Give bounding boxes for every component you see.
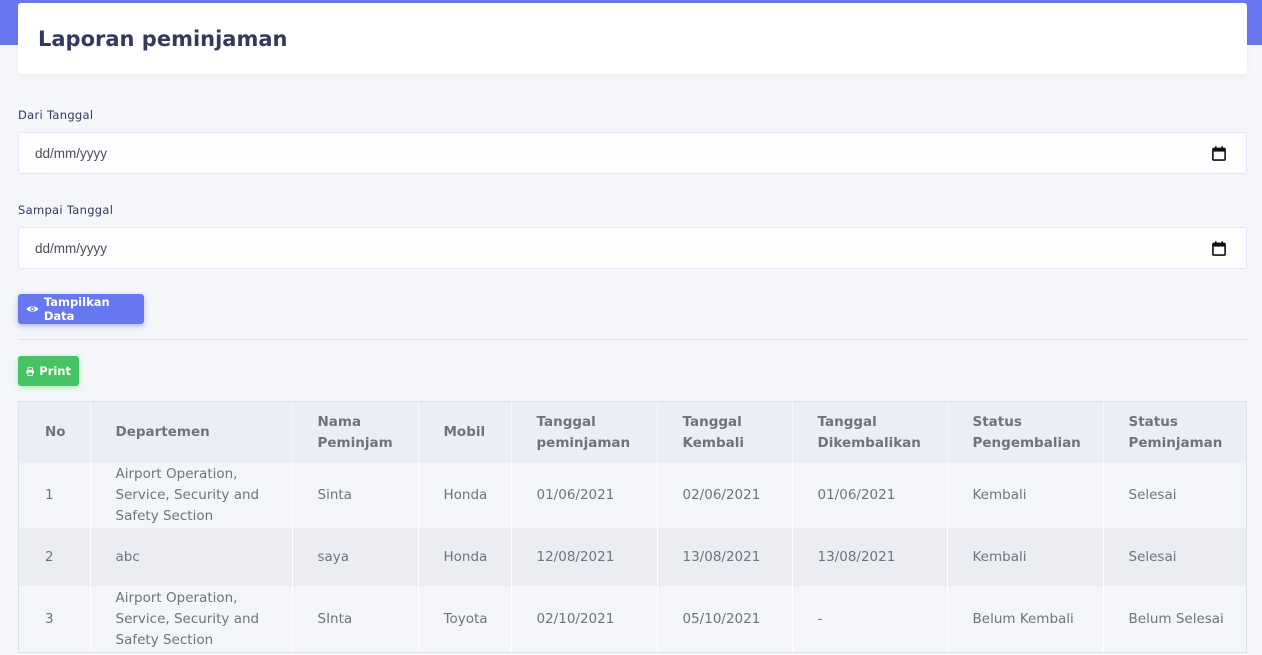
cell-status-pengembalian: Kembali bbox=[947, 463, 1104, 528]
column-header-status-pengembalian: Status Pengembalian bbox=[947, 402, 1104, 463]
cell-departemen: abc bbox=[90, 528, 293, 586]
cell-nama-peminjam: Sinta bbox=[292, 463, 419, 528]
from-date-value: dd/mm/yyyy bbox=[35, 146, 108, 161]
printer-icon bbox=[26, 366, 34, 376]
show-data-button[interactable]: Tampilkan Data bbox=[18, 294, 144, 324]
cell-tanggal-kembali: 13/08/2021 bbox=[657, 528, 793, 586]
cell-departemen: Airport Operation, Service, Security and… bbox=[90, 586, 293, 652]
to-date-input[interactable]: dd/mm/yyyy bbox=[18, 227, 1247, 269]
table-row: 2 abc saya Honda 12/08/2021 13/08/2021 1… bbox=[19, 528, 1246, 586]
column-header-departemen: Departemen bbox=[90, 402, 293, 463]
to-date-value: dd/mm/yyyy bbox=[35, 241, 108, 256]
cell-tanggal-dikembalikan: 01/06/2021 bbox=[792, 463, 948, 528]
section-header: Laporan peminjaman bbox=[18, 3, 1247, 74]
column-header-nama-peminjam: Nama Peminjam bbox=[292, 402, 419, 463]
column-header-mobil: Mobil bbox=[418, 402, 512, 463]
cell-status-peminjaman: Selesai bbox=[1103, 528, 1246, 586]
cell-tanggal-dikembalikan: 13/08/2021 bbox=[792, 528, 948, 586]
column-header-status-peminjaman: Status Peminjaman bbox=[1103, 402, 1246, 463]
cell-mobil: Honda bbox=[418, 463, 512, 528]
cell-tanggal-peminjaman: 02/10/2021 bbox=[511, 586, 658, 652]
column-header-tanggal-dikembalikan: Tanggal Dikembalikan bbox=[792, 402, 948, 463]
to-date-label: Sampai Tanggal bbox=[18, 203, 114, 217]
cell-no: 2 bbox=[19, 528, 91, 586]
table-row: 1 Airport Operation, Service, Security a… bbox=[19, 463, 1246, 528]
cell-tanggal-kembali: 02/06/2021 bbox=[657, 463, 793, 528]
table-row: 3 Airport Operation, Service, Security a… bbox=[19, 586, 1246, 652]
cell-tanggal-dikembalikan: - bbox=[792, 586, 948, 652]
cell-tanggal-peminjaman: 12/08/2021 bbox=[511, 528, 658, 586]
column-header-tanggal-peminjaman: Tanggal peminjaman bbox=[511, 402, 658, 463]
cell-nama-peminjam: saya bbox=[292, 528, 419, 586]
from-date-label: Dari Tanggal bbox=[18, 108, 94, 122]
cell-mobil: Toyota bbox=[418, 586, 512, 652]
cell-tanggal-peminjaman: 01/06/2021 bbox=[511, 463, 658, 528]
calendar-icon[interactable] bbox=[1212, 146, 1226, 161]
cell-tanggal-kembali: 05/10/2021 bbox=[657, 586, 793, 652]
column-header-tanggal-kembali: Tanggal Kembali bbox=[657, 402, 793, 463]
cell-status-peminjaman: Selesai bbox=[1103, 463, 1246, 528]
loan-report-table: No Departemen Nama Peminjam Mobil Tangga… bbox=[18, 401, 1247, 653]
cell-nama-peminjam: SInta bbox=[292, 586, 419, 652]
calendar-icon[interactable] bbox=[1212, 241, 1226, 256]
print-label: Print bbox=[39, 364, 71, 378]
cell-departemen: Airport Operation, Service, Security and… bbox=[90, 463, 293, 528]
cell-no: 1 bbox=[19, 463, 91, 528]
cell-status-peminjaman: Belum Selesai bbox=[1103, 586, 1246, 652]
cell-status-pengembalian: Belum Kembali bbox=[947, 586, 1104, 652]
table-header-row: No Departemen Nama Peminjam Mobil Tangga… bbox=[19, 402, 1246, 463]
eye-icon bbox=[26, 306, 39, 312]
cell-no: 3 bbox=[19, 586, 91, 652]
cell-status-pengembalian: Kembali bbox=[947, 528, 1104, 586]
page-title: Laporan peminjaman bbox=[38, 27, 288, 51]
divider bbox=[18, 339, 1247, 340]
print-button[interactable]: Print bbox=[18, 356, 79, 386]
show-data-label: Tampilkan Data bbox=[43, 295, 110, 323]
column-header-no: No bbox=[19, 402, 91, 463]
from-date-input[interactable]: dd/mm/yyyy bbox=[18, 132, 1247, 174]
cell-mobil: Honda bbox=[418, 528, 512, 586]
